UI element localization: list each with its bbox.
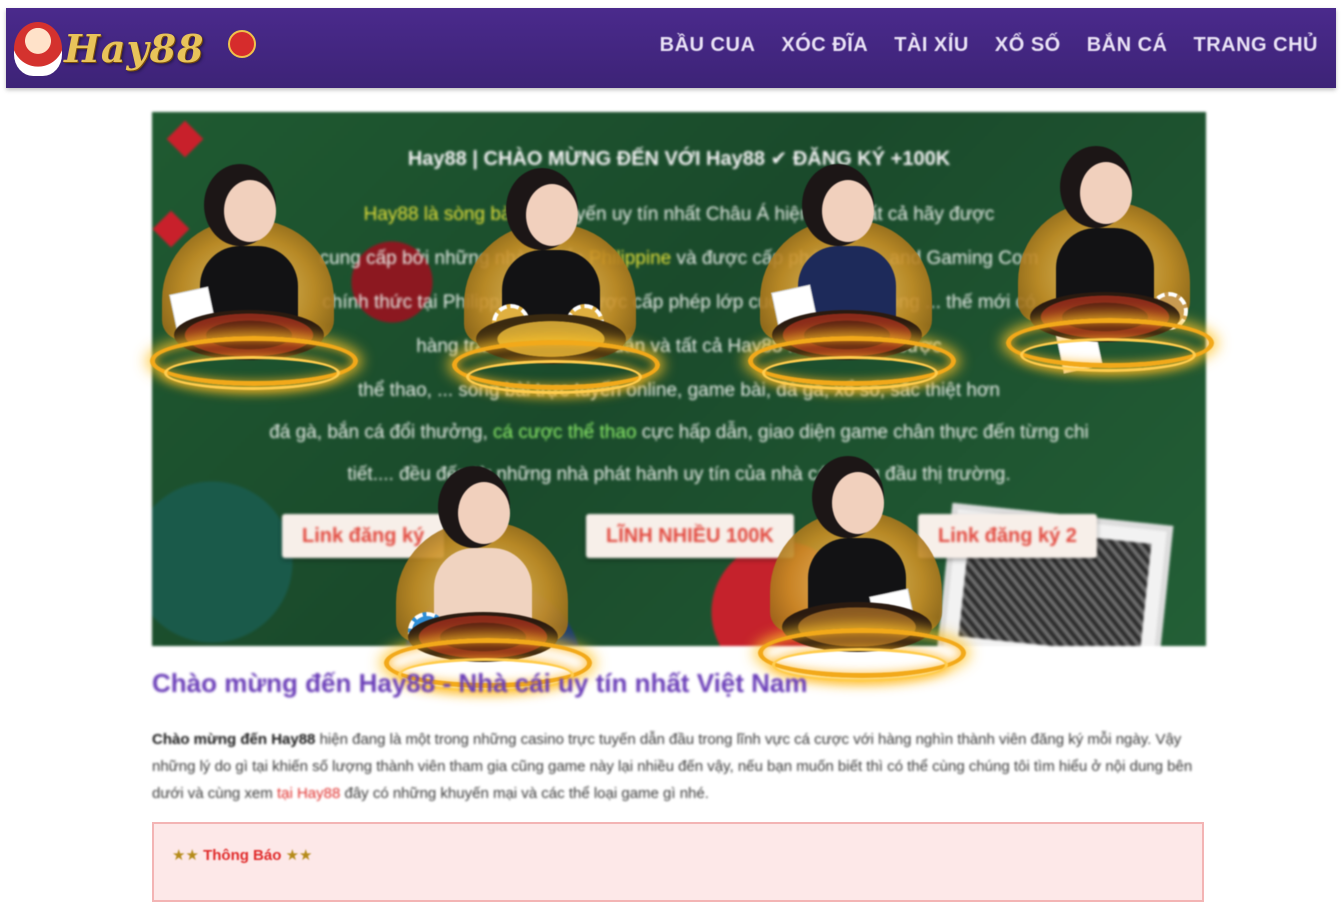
dealer-badge-cards[interactable] [752, 452, 966, 702]
nav-trang-chu[interactable]: TRANG CHỦ [1194, 34, 1319, 57]
glow-ring [1020, 338, 1196, 372]
dealer-badge-roulette[interactable] [1000, 142, 1214, 392]
dealer-avatar [822, 180, 874, 242]
glow-ring [164, 356, 340, 390]
dealer-badge-poker[interactable] [742, 160, 956, 410]
glow-ring [466, 360, 642, 394]
logo-badge-icon [228, 30, 256, 58]
intro-paragraph: Chào mừng đến Hay88 hiện đang là một tro… [152, 726, 1202, 807]
logo-text: Hay88 [64, 26, 205, 71]
dealer-avatar [832, 472, 884, 534]
star-icon: ★ [285, 847, 300, 864]
main-nav: BẦU CUA XÓC ĐĨA TÀI XỈU XỔ SỐ BẮN CÁ TRA… [660, 34, 1318, 57]
star-icon: ★ [185, 847, 199, 864]
banner-line: tiết.... đều đến từ những nhà phát hành … [347, 464, 1011, 485]
notice-label: Thông Báo [203, 847, 282, 864]
mascot-icon [14, 22, 62, 76]
notice-title: ★★ Thông Báo ★★ [172, 846, 312, 864]
nav-xoc-dia[interactable]: XÓC ĐĨA [781, 34, 868, 57]
banner-line: đá gà, bắn cá đổi thưởng, cá cược thể th… [269, 422, 1089, 443]
nav-tai-xiu[interactable]: TÀI XỈU [894, 34, 969, 57]
intro-tail: đây có những khuyến mại và các thể loại … [340, 785, 709, 802]
dealer-avatar [1080, 162, 1132, 224]
intro-link[interactable]: tại Hay88 [277, 785, 340, 802]
star-icon: ★ [172, 847, 186, 864]
star-icon: ★ [299, 847, 313, 864]
nav-bau-cua[interactable]: BẦU CUA [660, 34, 756, 57]
dealer-badge-baccarat[interactable] [144, 160, 358, 410]
site-logo[interactable]: Hay88 [14, 16, 259, 82]
intro-bold: Chào mừng đến Hay88 [152, 731, 316, 748]
nav-ban-ca[interactable]: BẮN CÁ [1087, 34, 1168, 57]
dealer-avatar [526, 184, 578, 246]
welcome-heading: Chào mừng đến Hay88 - Nhà cái uy tín nhấ… [152, 668, 808, 698]
dealer-badge-xoc-dia[interactable] [446, 164, 660, 414]
nav-xo-so[interactable]: XỔ SỐ [995, 34, 1061, 57]
site-header: Hay88 BẦU CUA XÓC ĐĨA TÀI XỈU XỔ SỐ BẮN … [6, 8, 1336, 88]
dealer-avatar [224, 180, 276, 242]
dealer-avatar [458, 482, 510, 544]
glow-ring [762, 356, 938, 390]
notice-box: ★★ Thông Báo ★★ [152, 822, 1204, 902]
